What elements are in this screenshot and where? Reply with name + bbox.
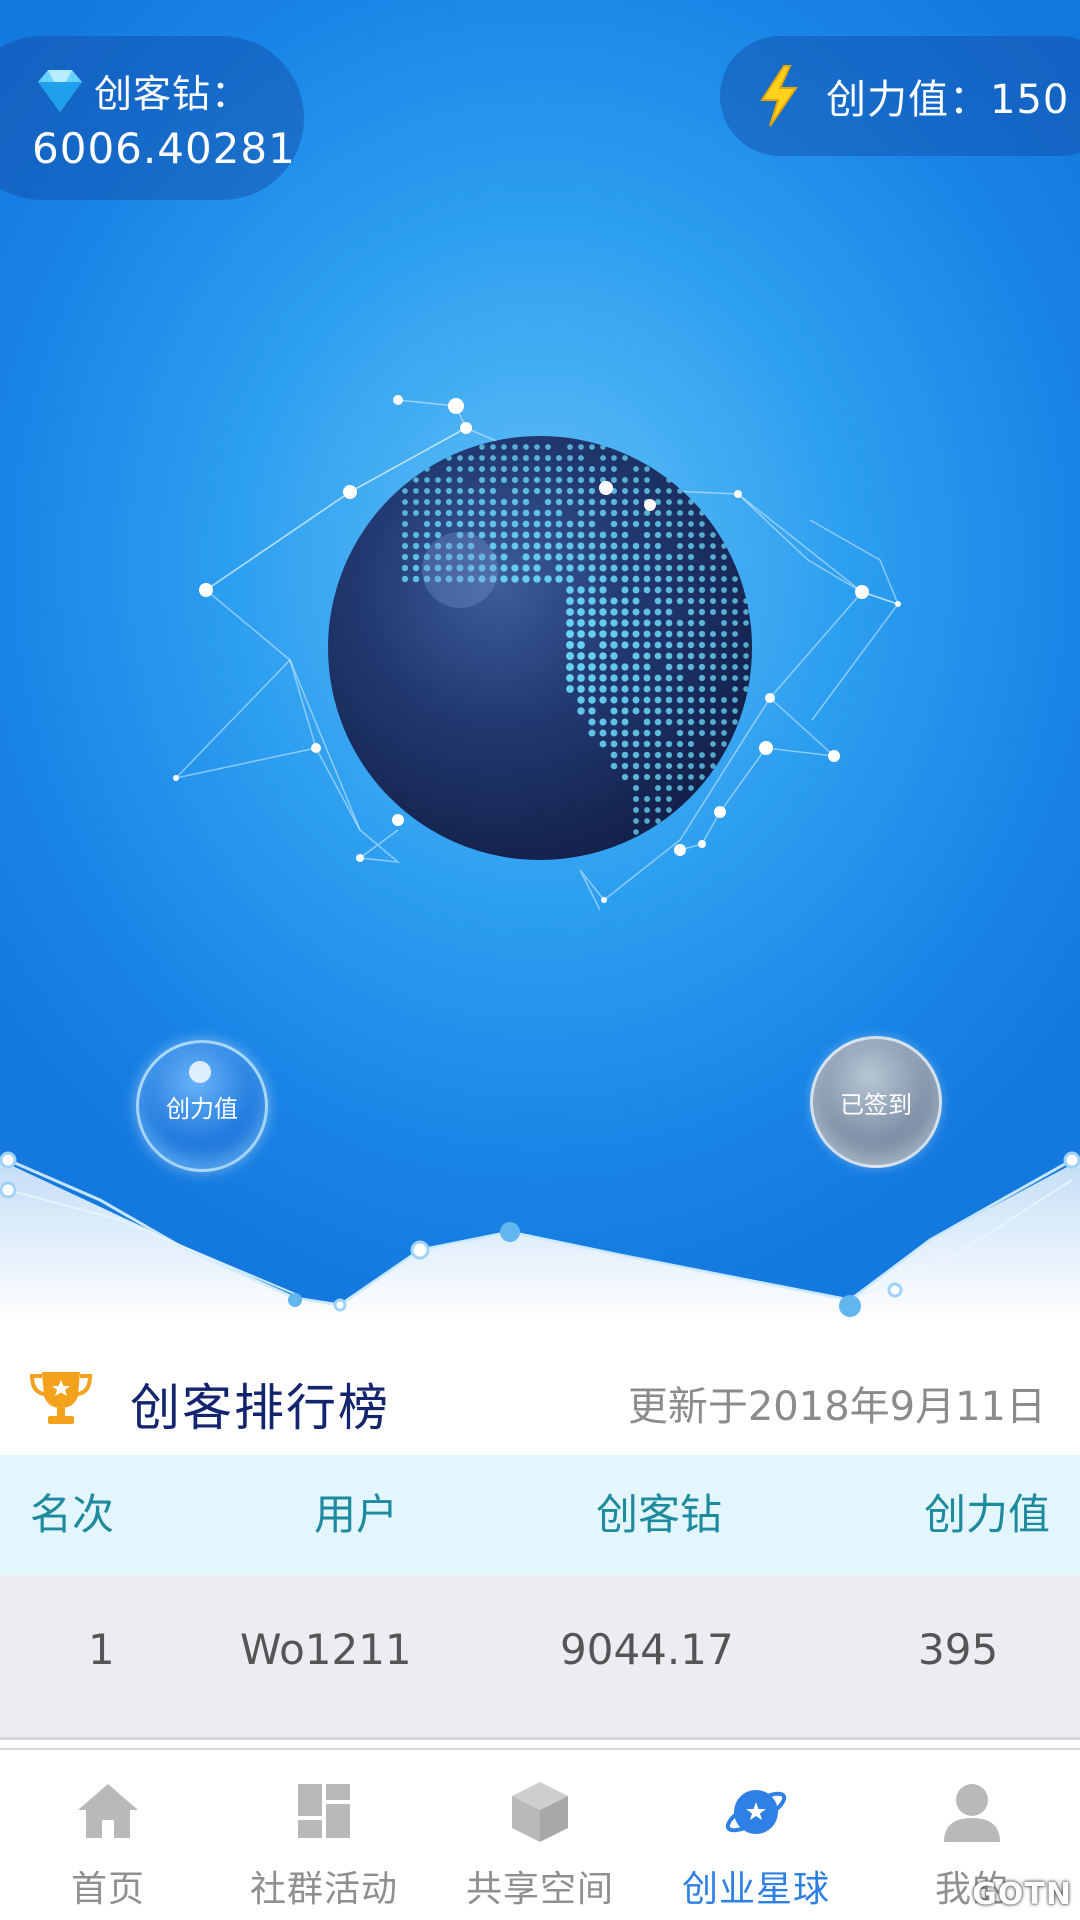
nav-label-home: 首页 bbox=[70, 1869, 145, 1910]
nav-item-planet[interactable]: 创业星球 bbox=[648, 1750, 864, 1920]
trophy-icon bbox=[30, 1372, 92, 1424]
planet-icon bbox=[725, 1790, 787, 1834]
col-rank: 名次 bbox=[30, 1490, 115, 1539]
col-energy: 创力值 bbox=[924, 1490, 1051, 1539]
energy-bubble-label: 创力值 bbox=[166, 1094, 238, 1123]
diamond-icon bbox=[38, 69, 82, 112]
signin-bubble-label: 已签到 bbox=[840, 1090, 912, 1119]
leaderboard-header: 创客排行榜 更新于2018年9月11日 bbox=[0, 1338, 1080, 1452]
diamond-value: 6006.40281 bbox=[32, 124, 296, 173]
home-icon bbox=[78, 1784, 138, 1838]
leaderboard-column-header: 名次 用户 创客钻 创力值 bbox=[0, 1455, 1080, 1575]
leaderboard-title: 创客排行榜 bbox=[130, 1379, 390, 1437]
lightning-icon bbox=[760, 65, 798, 127]
diamond-label: 创客钻： bbox=[94, 72, 251, 116]
row-energy: 395 bbox=[918, 1625, 999, 1674]
energy-text: 创力值：150 bbox=[826, 77, 1070, 123]
signin-bubble[interactable]: 已签到 bbox=[810, 1036, 942, 1168]
row-diamonds: 9044.17 bbox=[560, 1625, 734, 1674]
nav-label-community: 社群活动 bbox=[249, 1869, 398, 1910]
row-rank: 1 bbox=[88, 1625, 115, 1674]
leaderboard-updated: 更新于2018年9月11日 bbox=[627, 1384, 1046, 1430]
row-user: Wo1211 bbox=[240, 1625, 412, 1674]
energy-pill[interactable]: 创力值：150 bbox=[720, 36, 1080, 156]
grid-icon bbox=[298, 1784, 350, 1838]
col-user: 用户 bbox=[314, 1490, 399, 1539]
nav-label-shared-space: 共享空间 bbox=[465, 1869, 614, 1910]
globe-icon bbox=[328, 436, 752, 860]
hero-section: 创客钻： 6006.40281 创力值：150 创力值 已签到 bbox=[0, 0, 1080, 1320]
cube-icon bbox=[512, 1782, 568, 1842]
diamond-balance-pill[interactable]: 创客钻： 6006.40281 bbox=[0, 36, 304, 200]
user-icon bbox=[944, 1784, 1000, 1842]
col-diamonds: 创客钻 bbox=[596, 1490, 723, 1539]
nav-label-planet: 创业星球 bbox=[681, 1869, 830, 1910]
nav-item-home[interactable]: 首页 bbox=[0, 1750, 216, 1920]
energy-bubble[interactable]: 创力值 bbox=[136, 1040, 268, 1172]
watermark: GOTN bbox=[972, 1877, 1072, 1912]
bottom-nav: 首页 社群活动 共享空间 创业星球 我的 GOTN bbox=[0, 1748, 1080, 1920]
nav-item-community[interactable]: 社群活动 bbox=[216, 1750, 432, 1920]
table-row[interactable]: 1 Wo1211 9044.17 395 bbox=[0, 1575, 1080, 1740]
nav-item-shared-space[interactable]: 共享空间 bbox=[432, 1750, 648, 1920]
